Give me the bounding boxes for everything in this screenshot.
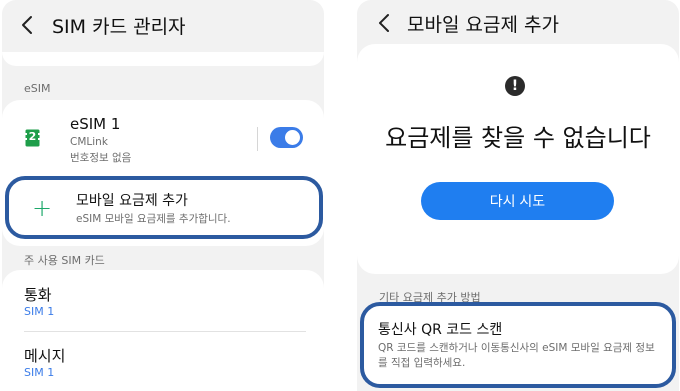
divider <box>24 331 306 332</box>
add-mobile-plan-screen: 모바일 요금제 추가 ! 요금제를 찾을 수 없습니다 다시 시도 기타 요금제… <box>357 0 679 391</box>
section-label-esim: eSIM <box>24 82 51 95</box>
chevron-left-icon[interactable] <box>375 11 395 35</box>
esim-number: 번호정보 없음 <box>70 152 132 164</box>
page-title: 모바일 요금제 추가 <box>407 14 559 36</box>
esim-carrier: CMLink <box>70 136 108 148</box>
add-plan-label[interactable]: 모바일 요금제 추가 <box>76 190 188 210</box>
sim-manager-screen: SIM 카드 관리자 eSIM 2 eSIM 1 CMLink 번호정보 없음 … <box>2 0 324 391</box>
list-item-messages-label: 메시지 <box>24 347 66 365</box>
scan-qr-title[interactable]: 통신사 QR 코드 스캔 <box>378 319 502 339</box>
card-fragment <box>2 52 324 66</box>
app-bar: SIM 카드 관리자 <box>2 0 324 50</box>
page-title: SIM 카드 관리자 <box>52 16 186 38</box>
add-plan-description: eSIM 모바일 요금제를 추가합니다. <box>76 213 231 225</box>
app-bar: 모바일 요금제 추가 <box>357 0 679 50</box>
esim-name: eSIM 1 <box>70 115 121 133</box>
plus-icon: + <box>32 194 53 222</box>
retry-button[interactable]: 다시 시도 <box>421 182 614 220</box>
esim-toggle[interactable] <box>270 127 303 148</box>
alert-icon: ! <box>505 76 525 96</box>
divider <box>257 127 258 151</box>
chevron-left-icon[interactable] <box>18 13 38 37</box>
sim-chip-number: 2 <box>28 130 37 143</box>
section-label-primary-sim: 주 사용 SIM 카드 <box>24 254 105 267</box>
toggle-knob <box>285 130 300 145</box>
scan-qr-description: QR 코드를 스캔하거나 이동통신사의 eSIM 모바일 요금제 정보를 직접 … <box>378 342 655 369</box>
error-message: 요금제를 찾을 수 없습니다 <box>385 124 651 152</box>
list-item-calls-value: SIM 1 <box>24 305 55 318</box>
list-item-calls-label: 통화 <box>24 286 52 304</box>
list-item-messages-value: SIM 1 <box>24 366 55 379</box>
